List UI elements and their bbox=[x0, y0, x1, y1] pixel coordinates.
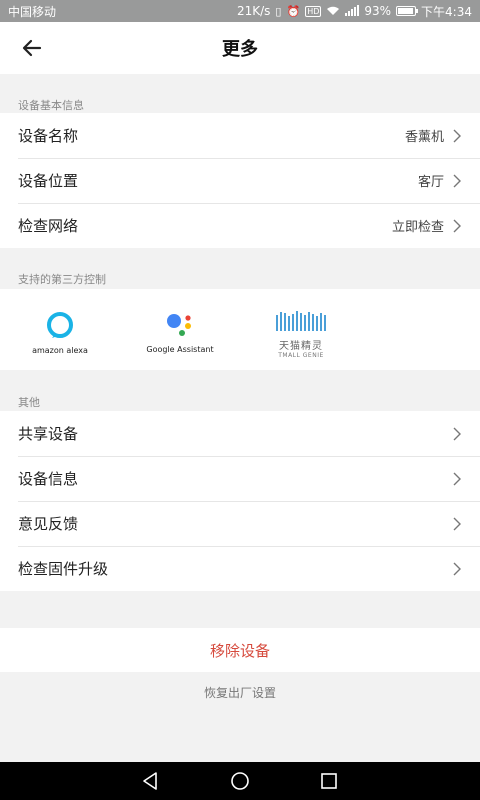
hd-badge: HD bbox=[305, 5, 322, 17]
tmall-genie-item[interactable]: 天猫精灵 TMALL GENIE bbox=[262, 289, 340, 370]
thirdparty-logos: amazon alexa Google Assistant 天猫精灵 TMALL… bbox=[0, 289, 480, 370]
row-firmware-upgrade[interactable]: 检查固件升级 bbox=[0, 546, 480, 591]
nav-back-icon[interactable] bbox=[139, 769, 163, 793]
clock: 下午4:34 bbox=[421, 4, 472, 19]
basic-info-group: 设备名称 香薰机 设备位置 客厅 检查网络 立即检查 bbox=[0, 113, 480, 248]
remove-device-button[interactable]: 移除设备 bbox=[0, 628, 480, 672]
alexa-item[interactable]: amazon alexa bbox=[20, 289, 100, 370]
device-location-value: 客厅 bbox=[417, 175, 444, 190]
other-group: 共享设备 设备信息 意见反馈 检查固件升级 bbox=[0, 411, 480, 591]
row-share-device[interactable]: 共享设备 bbox=[0, 411, 480, 456]
section-label-thirdparty: 支持的第三方控制 bbox=[18, 273, 106, 286]
chevron-right-icon bbox=[453, 427, 461, 440]
device-name-value: 香薰机 bbox=[404, 130, 444, 145]
status-indicators: 21K/s ▯ ⏰ HD 93% 下午4:34 bbox=[237, 3, 472, 20]
row-label: 共享设备 bbox=[18, 425, 79, 443]
status-bar: 中国移动 21K/s ▯ ⏰ HD 93% 下午4:34 bbox=[0, 0, 480, 22]
vibrate-icon: ▯ bbox=[275, 4, 282, 18]
row-label: 设备位置 bbox=[18, 172, 79, 190]
page-header: 更多 bbox=[0, 22, 480, 74]
chevron-right-icon bbox=[453, 562, 461, 575]
row-label: 设备名称 bbox=[18, 127, 79, 145]
tmall-genie-caption: 天猫精灵 bbox=[279, 341, 323, 352]
signal-icon bbox=[345, 4, 360, 18]
battery-icon bbox=[396, 6, 419, 16]
nav-home-icon[interactable] bbox=[228, 769, 252, 793]
wifi-icon bbox=[326, 5, 340, 18]
nav-recents-icon[interactable] bbox=[317, 769, 341, 793]
chevron-right-icon bbox=[453, 174, 461, 187]
system-nav-bar bbox=[0, 762, 480, 800]
back-button[interactable] bbox=[18, 34, 46, 62]
google-assistant-item[interactable]: Google Assistant bbox=[140, 289, 220, 370]
chevron-right-icon bbox=[453, 219, 461, 232]
battery-fill bbox=[398, 8, 414, 14]
battery-percent: 93% bbox=[364, 4, 392, 18]
row-device-info[interactable]: 设备信息 bbox=[0, 456, 480, 501]
check-network-value: 立即检查 bbox=[391, 220, 444, 235]
factory-reset-link[interactable]: 恢复出厂设置 bbox=[0, 684, 480, 701]
section-label-other: 其他 bbox=[18, 396, 40, 409]
tmall-genie-subcaption: TMALL GENIE bbox=[278, 352, 324, 359]
chevron-right-icon bbox=[453, 472, 461, 485]
alexa-icon bbox=[47, 312, 73, 338]
google-assistant-icon bbox=[167, 314, 191, 336]
row-label: 检查固件升级 bbox=[18, 560, 109, 578]
chevron-right-icon bbox=[453, 129, 461, 142]
row-label: 检查网络 bbox=[18, 217, 79, 235]
row-check-network[interactable]: 检查网络 立即检查 bbox=[0, 203, 480, 248]
section-label-basic: 设备基本信息 bbox=[18, 99, 84, 112]
row-feedback[interactable]: 意见反馈 bbox=[0, 501, 480, 546]
row-device-location[interactable]: 设备位置 客厅 bbox=[0, 158, 480, 203]
back-arrow-icon bbox=[22, 39, 42, 57]
alexa-caption: amazon alexa bbox=[32, 346, 88, 355]
tmall-genie-icon bbox=[276, 311, 326, 331]
alarm-icon: ⏰ bbox=[286, 4, 301, 18]
row-device-name[interactable]: 设备名称 香薰机 bbox=[0, 113, 480, 158]
row-label: 设备信息 bbox=[18, 470, 79, 488]
row-label: 意见反馈 bbox=[18, 515, 79, 533]
chevron-right-icon bbox=[453, 517, 461, 530]
google-assistant-caption: Google Assistant bbox=[146, 345, 214, 354]
page-title: 更多 bbox=[222, 39, 258, 60]
carrier-label: 中国移动 bbox=[8, 4, 57, 19]
net-speed: 21K/s bbox=[236, 4, 271, 18]
remove-device-label: 移除设备 bbox=[209, 641, 270, 660]
